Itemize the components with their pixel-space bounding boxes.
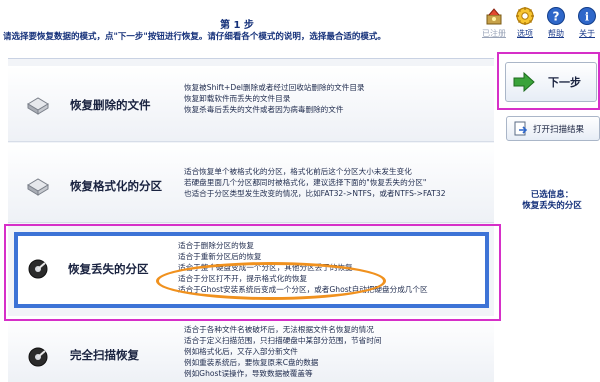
mode-recover-lost-partition[interactable]: 恢复丢失的分区 适合于删除分区的恢复 适合于重新分区后的恢复 适合于整个硬盘变成…: [14, 232, 489, 308]
header: 第 1 步 请选择要恢复数据的模式，点"下一步"按钮进行恢复。请仔细看各个模式的…: [0, 0, 600, 50]
mode-name: 恢复格式化的分区: [70, 179, 162, 193]
about-button[interactable]: i 关于: [573, 6, 600, 39]
options-gear-icon: [516, 7, 534, 25]
next-step-label: 下一步: [548, 76, 581, 89]
mode-name: 完全扫描恢复: [70, 348, 139, 362]
svg-text:i: i: [585, 11, 589, 24]
selected-info-value: 恢复丢失的分区: [522, 201, 582, 211]
register-icon: [486, 8, 502, 25]
mode-description: 适合恢复单个被格式化的分区，格式化前后这个分区大小未发生变化 若硬盘里面几个分区…: [184, 166, 494, 199]
register-button[interactable]: 已注册: [480, 6, 508, 39]
description-line: 适合于重新分区后的恢复: [178, 252, 262, 261]
hard-disk-icon: [28, 259, 48, 279]
hard-disk-icon: [28, 347, 48, 367]
svg-text:?: ?: [553, 10, 560, 24]
help-icon: ?: [547, 7, 565, 25]
description-line: 适合于各种文件名被破坏后，无法根据文件名恢复的情况: [184, 325, 374, 334]
mode-name: 恢复丢失的分区: [68, 262, 149, 276]
step-title: 第 1 步: [220, 20, 254, 31]
description-line: 恢复被Shift+Del删除或者经过回收站删除的文件目录: [184, 83, 365, 92]
help-button[interactable]: ? 帮助: [542, 6, 570, 39]
about-icon: i: [578, 7, 596, 25]
selected-info-title: 已选信息：: [530, 190, 574, 200]
mode-name: 恢复删除的文件: [70, 98, 151, 112]
description-line: 适合于删除分区的恢复: [178, 241, 254, 250]
description-line: 若硬盘里面几个分区都同时被格式化，建议选择下面的"恢复丢失的分区": [184, 178, 427, 187]
description-line: 例如格式化后，又存入部分新文件: [184, 347, 298, 356]
next-step-button[interactable]: 下一步: [505, 62, 597, 102]
description-line: 适合于Ghost安装系统后变成一个分区，或者Ghost自动把硬盘分成几个区: [178, 285, 428, 294]
description-line: 适合恢复单个被格式化的分区，格式化前后这个分区大小未发生变化: [184, 167, 412, 176]
mode-recover-deleted-files[interactable]: 恢复删除的文件 恢复被Shift+Del删除或者经过回收站删除的文件目录 恢复卸…: [8, 66, 494, 142]
about-label: 关于: [579, 29, 595, 38]
instruction-text: 请选择要恢复数据的模式，点"下一步"按钮进行恢复。请仔细看各个模式的说明，选择最…: [3, 32, 386, 42]
hard-disk-icon: [27, 178, 49, 196]
options-button[interactable]: 选项: [511, 6, 539, 39]
help-label: 帮助: [548, 29, 564, 38]
open-scan-result-button[interactable]: 打开扫描结果: [506, 116, 600, 141]
selected-info: 已选信息： 恢复丢失的分区: [504, 190, 600, 212]
mode-recover-formatted-partition[interactable]: 恢复格式化的分区 适合恢复单个被格式化的分区，格式化前后这个分区大小未发生变化 …: [8, 143, 494, 223]
options-label: 选项: [517, 29, 533, 38]
mode-description: 适合于删除分区的恢复 适合于重新分区后的恢复 适合于整个硬盘变成一个分区，其他分…: [178, 240, 488, 295]
description-line: 适合于整个硬盘变成一个分区，其他分区丢了的恢复: [178, 263, 353, 272]
description-line: 恢复杀毒后丢失的文件或者因为病毒删除的文件: [184, 105, 344, 114]
description-line: 也适合于分区类型发生改变的情况，比如FAT32->NTFS，或者NTFS->FA…: [184, 189, 446, 198]
description-line: 例如重装系统后，要恢复原来C盘的数据: [184, 358, 319, 367]
mode-description: 恢复被Shift+Del删除或者经过回收站删除的文件目录 恢复卸载软件而丢失的文…: [184, 82, 494, 115]
next-button-highlight: 下一步: [497, 52, 600, 110]
description-line: 恢复卸载软件而丢失的文件目录: [184, 94, 291, 103]
mode-full-scan-recovery[interactable]: 完全扫描恢复 适合于各种文件名被破坏后，无法根据文件名恢复的情况 适合于定义扫描…: [8, 316, 494, 382]
toolbar: 已注册 选项 ? 帮助 i 关于: [480, 6, 600, 39]
open-document-icon: [514, 121, 528, 135]
arrow-right-icon: [513, 71, 535, 93]
open-scan-result-label: 打开扫描结果: [533, 124, 585, 135]
register-label: 已注册: [482, 29, 506, 38]
description-line: 适合于定义扫描范围，只扫描硬盘中某部分范围，节省时间: [184, 336, 382, 345]
mode-description: 适合于各种文件名被破坏后，无法根据文件名恢复的情况 适合于定义扫描范围，只扫描硬…: [184, 324, 494, 379]
hard-disk-icon: [27, 97, 49, 115]
description-line: 例如Ghost误操作，导致数据被覆盖等: [184, 369, 313, 378]
description-line: 适合于分区打不开，提示格式化的恢复: [178, 274, 308, 283]
